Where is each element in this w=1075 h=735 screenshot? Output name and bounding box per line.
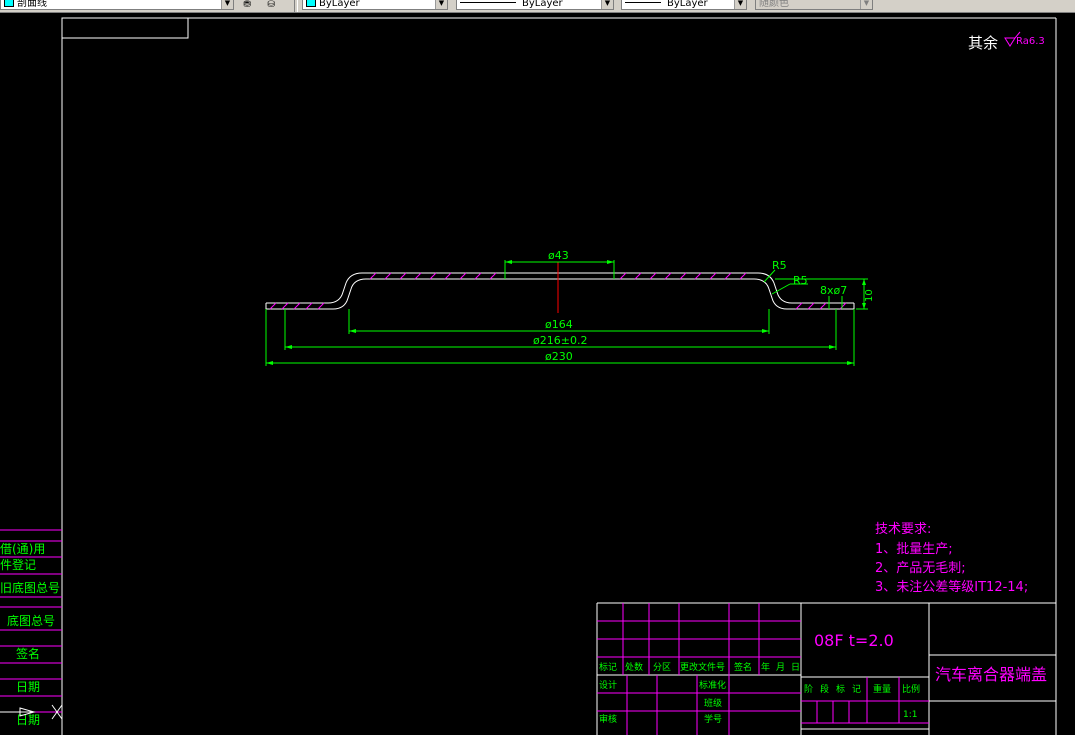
roughness-note: 其余 Ra6.3 bbox=[968, 31, 1045, 52]
linetype-preview bbox=[460, 2, 516, 3]
color-dropdown[interactable]: ByLayer ▼ bbox=[302, 0, 448, 10]
layer-state-icon[interactable]: ⛃ bbox=[238, 0, 256, 11]
rev-header: 处数 bbox=[625, 661, 643, 673]
lineweight-value: ByLayer bbox=[667, 0, 708, 9]
dim-holes: 8xø7 bbox=[820, 284, 847, 297]
layer-manager-icon[interactable]: ⛁ bbox=[262, 0, 280, 11]
scale-value: 1:1 bbox=[903, 710, 917, 720]
rev-header: 月 bbox=[776, 662, 785, 673]
linetype-value: ByLayer bbox=[522, 0, 563, 9]
roughness-value: Ra6.3 bbox=[1016, 36, 1045, 47]
plotstyle-dropdown[interactable]: 随颜色 ▼ bbox=[755, 0, 873, 10]
stage-header: 阶 bbox=[804, 683, 813, 695]
weight-label: 重量 bbox=[873, 683, 891, 695]
side-label: 底图总号 bbox=[7, 613, 55, 628]
chevron-down-icon: ▼ bbox=[860, 0, 872, 9]
lineweight-dropdown[interactable]: ByLayer ▼ bbox=[621, 0, 747, 10]
chevron-down-icon: ▼ bbox=[435, 0, 447, 9]
plotstyle-value: 随颜色 bbox=[759, 0, 789, 9]
class-label: 班级 bbox=[704, 697, 722, 709]
design-label: 设计 bbox=[599, 679, 617, 691]
part-profile bbox=[265, 272, 855, 310]
drawing-frame bbox=[61, 17, 1057, 735]
layer-color-icon bbox=[4, 0, 14, 7]
layer-dropdown[interactable]: 剖面线 ▼ bbox=[0, 0, 234, 10]
dim-d216: ø216±0.2 bbox=[533, 334, 587, 347]
dim-d230: ø230 bbox=[545, 350, 573, 363]
rev-header: 年 bbox=[761, 661, 770, 673]
side-label: 旧底图总号 bbox=[0, 580, 60, 595]
layer-name: 剖面线 bbox=[17, 0, 47, 9]
dim-r5-top: R5 bbox=[772, 259, 787, 272]
tech-req-item: 1、批量生产; bbox=[875, 542, 953, 557]
dim-d164: ø164 bbox=[545, 318, 573, 331]
rev-header: 更改文件号 bbox=[680, 661, 725, 673]
rev-header: 日 bbox=[791, 662, 800, 673]
drawing-canvas[interactable]: 其余 Ra6.3 ø43 ø164 ø216±0.2 ø230 R5 R5 8x… bbox=[0, 12, 1075, 735]
part-name: 汽车离合器端盖 bbox=[935, 665, 1047, 684]
rev-header: 签名 bbox=[734, 661, 752, 673]
side-label: 日期 bbox=[16, 680, 40, 694]
stage-header: 段 bbox=[820, 683, 829, 695]
stage-header: 记 bbox=[852, 684, 861, 695]
chevron-down-icon: ▼ bbox=[221, 0, 233, 9]
dim-d43: ø43 bbox=[548, 249, 569, 262]
side-label: 件登记 bbox=[0, 557, 36, 572]
side-label: 签名 bbox=[16, 646, 40, 661]
review-label: 审核 bbox=[599, 713, 617, 725]
technical-requirements: 技术要求: 1、批量生产; 2、产品无毛刺; 3、未注公差等级IT12-14; bbox=[875, 522, 1028, 595]
roughness-prefix: 其余 bbox=[968, 34, 998, 52]
dim-r5-bottom: R5 bbox=[793, 274, 808, 287]
linetype-dropdown[interactable]: ByLayer ▼ bbox=[456, 0, 614, 10]
dim-height: 10 bbox=[864, 289, 875, 302]
color-value: ByLayer bbox=[319, 0, 360, 9]
toolbar-separator bbox=[294, 0, 298, 12]
tech-req-item: 2、产品无毛刺; bbox=[875, 561, 966, 576]
roughness-symbol-icon bbox=[1004, 37, 1016, 47]
tech-req-title: 技术要求: bbox=[875, 522, 931, 537]
rev-header: 标记 bbox=[599, 661, 617, 673]
standardization-label: 标准化 bbox=[699, 679, 726, 691]
student-no-label: 学号 bbox=[704, 713, 722, 725]
material-spec: 08F t=2.0 bbox=[814, 631, 894, 650]
side-block: 借(通)用 件登记 旧底图总号 底图总号 签名 日期 日期 bbox=[0, 529, 62, 727]
stage-header: 标 bbox=[836, 683, 845, 695]
rev-header: 分区 bbox=[653, 662, 671, 673]
color-swatch-icon bbox=[306, 0, 316, 7]
scale-label: 比例 bbox=[902, 683, 920, 695]
chevron-down-icon: ▼ bbox=[601, 0, 613, 9]
chevron-down-icon: ▼ bbox=[734, 0, 746, 9]
tech-req-item: 3、未注公差等级IT12-14; bbox=[875, 579, 1028, 595]
lineweight-preview bbox=[625, 2, 661, 3]
side-label: 借(通)用 bbox=[0, 542, 45, 556]
